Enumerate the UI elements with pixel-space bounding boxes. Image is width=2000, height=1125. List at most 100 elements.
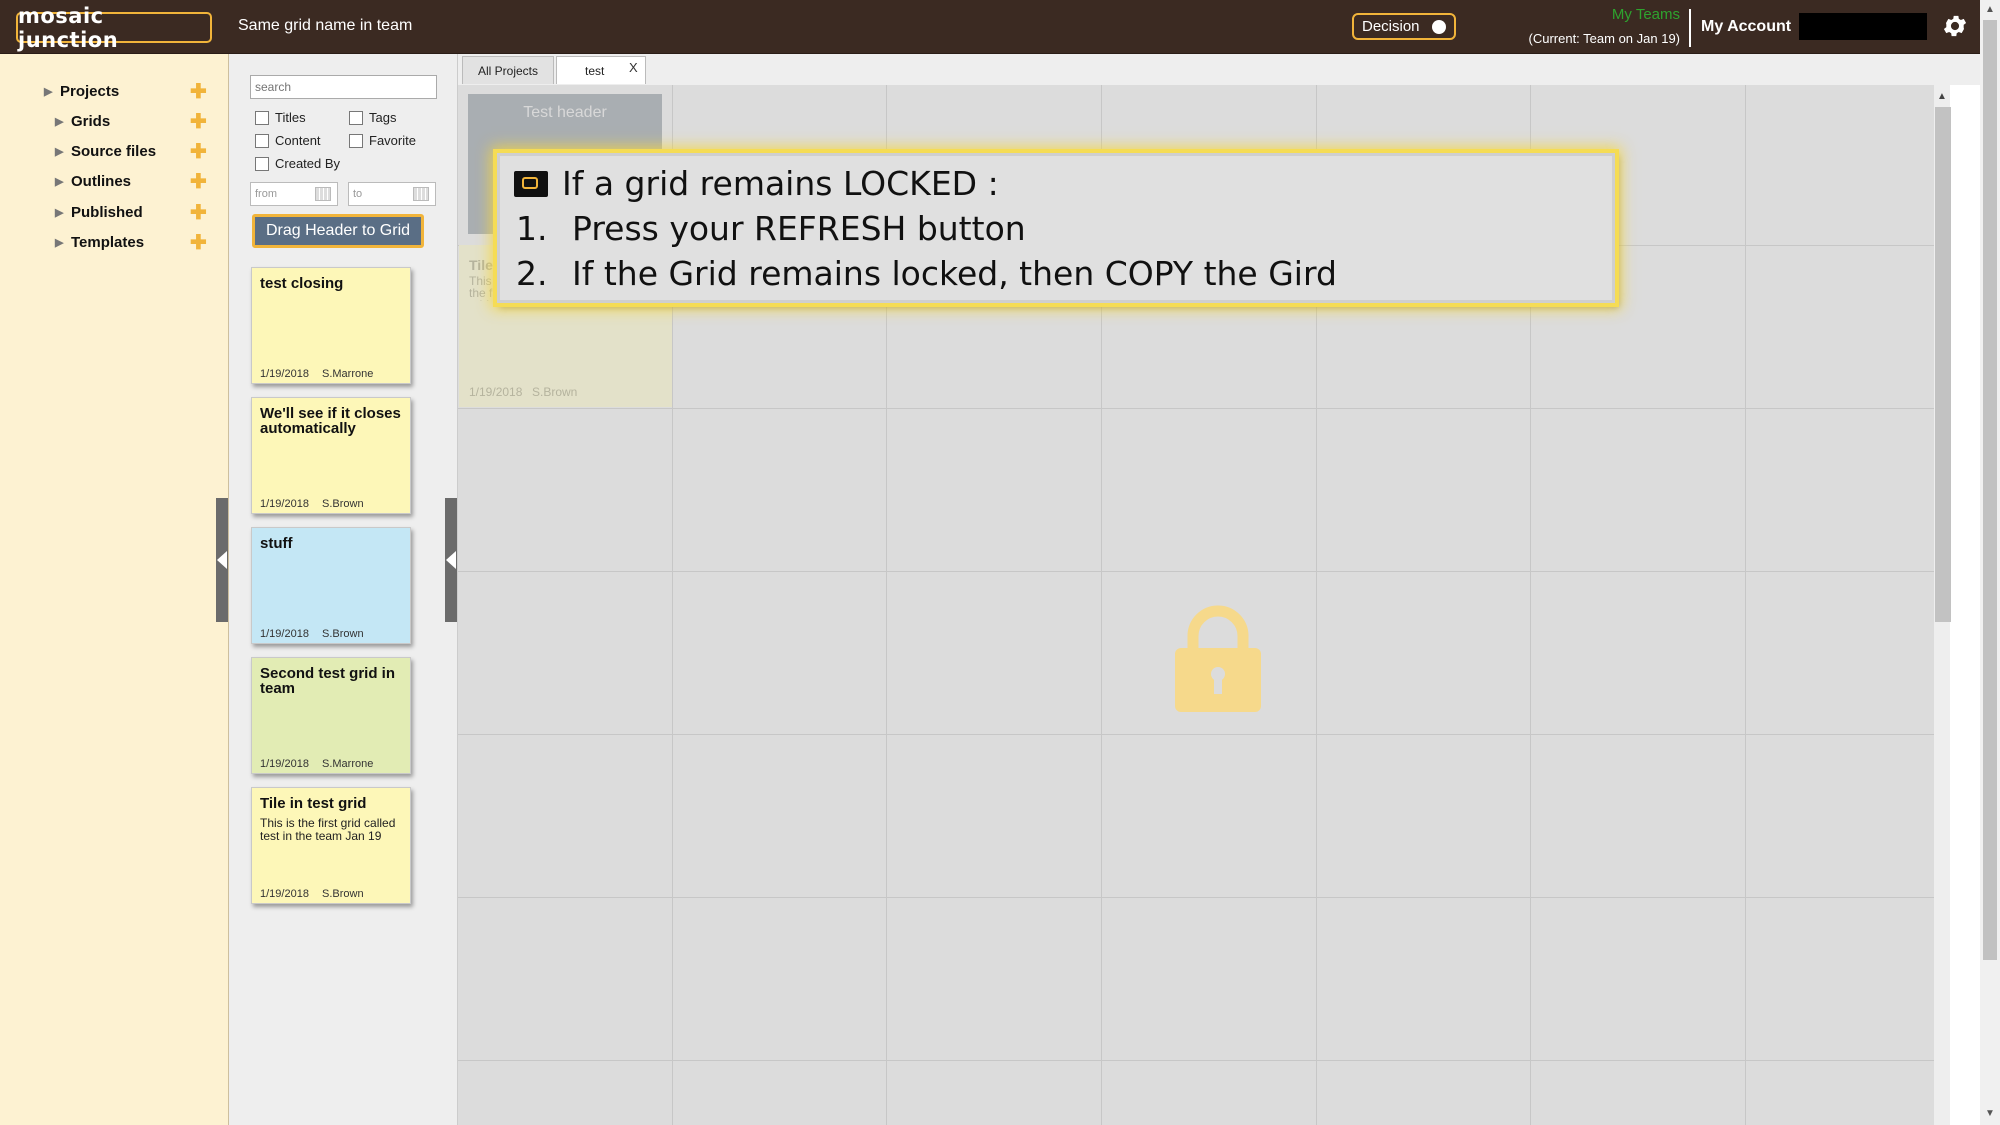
account-name-box[interactable]: [1799, 13, 1927, 40]
tile-title: We'll see if it closes automatically: [260, 405, 401, 437]
to-placeholder: to: [353, 188, 363, 200]
add-template-icon[interactable]: ✚: [190, 233, 207, 253]
tile-title: test closing: [260, 275, 344, 292]
grid-line: [458, 1060, 1934, 1061]
expand-arrow-icon: ▶: [55, 115, 64, 128]
tile-title: Second test grid in team: [260, 665, 396, 697]
add-project-icon[interactable]: ✚: [190, 82, 207, 102]
checkbox-box[interactable]: [255, 134, 269, 148]
collapse-nav-handle[interactable]: [216, 498, 228, 622]
tile-date: 1/19/2018: [260, 758, 309, 770]
nav-label: Published: [71, 203, 143, 221]
my-account-link[interactable]: My Account: [1701, 18, 1791, 36]
lock-icon: [1175, 605, 1261, 712]
alert-step: 1. Press your REFRESH button: [516, 209, 1026, 248]
grid-scrollbar[interactable]: ▲: [1934, 85, 1951, 1125]
step-text: If the Grid remains locked, then COPY th…: [572, 254, 1337, 293]
nav-item-source-files[interactable]: ▶ Source files: [55, 139, 156, 163]
search-input[interactable]: [250, 75, 437, 99]
header-divider: [1689, 9, 1691, 47]
expand-arrow-icon: ▶: [55, 236, 64, 249]
step-text: Press your REFRESH button: [572, 209, 1026, 248]
expand-arrow-icon: ▶: [55, 175, 64, 188]
add-source-file-icon[interactable]: ✚: [190, 142, 207, 162]
checkbox-label: Tags: [369, 110, 397, 125]
tile-card[interactable]: Tile in test grid This is the first grid…: [251, 787, 411, 904]
checkbox-label: Content: [275, 133, 321, 148]
checkbox-box[interactable]: [255, 157, 269, 171]
cell-tile-author: S.Brown: [532, 385, 578, 399]
grid-line: [458, 897, 1934, 898]
checkbox-label: Favorite: [369, 133, 416, 148]
scroll-down-icon[interactable]: ▼: [1985, 1108, 1995, 1119]
refresh-icon: [514, 171, 548, 197]
add-grid-icon[interactable]: ✚: [190, 112, 207, 132]
tile-author: S.Marrone: [322, 368, 374, 380]
scroll-up-icon[interactable]: ▲: [1985, 4, 1995, 15]
collapse-tile-panel-handle[interactable]: [445, 498, 457, 622]
alert-step: 2. If the Grid remains locked, then COPY …: [516, 254, 1337, 293]
decision-toggle[interactable]: Decision: [1352, 13, 1456, 40]
tags-checkbox[interactable]: Tags: [349, 110, 396, 125]
expand-arrow-icon: ▶: [55, 206, 64, 219]
cell-tile-date: 1/19/2018: [469, 385, 523, 399]
favorite-checkbox[interactable]: Favorite: [349, 133, 416, 148]
tile-card[interactable]: Second test grid in team 1/19/2018 S.Mar…: [251, 657, 411, 774]
tab-all-projects[interactable]: All Projects: [462, 56, 554, 84]
from-placeholder: from: [255, 188, 277, 200]
scroll-thumb[interactable]: [1983, 20, 1997, 960]
alert-title: If a grid remains LOCKED :: [562, 164, 999, 203]
nav-label: Templates: [71, 233, 145, 251]
app-page: MOSAIC JUNCTION Same grid name in team D…: [0, 0, 1980, 1125]
expand-arrow-icon: ▶: [55, 145, 64, 158]
page-scrollbar[interactable]: ▲ ▼: [1980, 0, 2000, 1125]
created-by-checkbox[interactable]: Created By: [255, 156, 340, 171]
scroll-up-icon[interactable]: ▲: [1937, 91, 1947, 102]
tile-date: 1/19/2018: [260, 628, 309, 640]
locked-grid-alert: If a grid remains LOCKED : 1. Press your …: [497, 153, 1615, 303]
tile-author: S.Marrone: [322, 758, 374, 770]
collapse-arrow-icon: [217, 551, 227, 569]
app-logo[interactable]: MOSAIC JUNCTION: [16, 4, 212, 52]
tile-author: S.Brown: [322, 628, 364, 640]
tile-card[interactable]: stuff 1/19/2018 S.Brown: [251, 527, 411, 644]
expand-arrow-icon: ▶: [44, 85, 53, 98]
tile-body: This is the first grid called test in th…: [260, 816, 396, 843]
tile-date: 1/19/2018: [260, 368, 309, 380]
tile-title: Tile in test grid: [260, 795, 367, 812]
scroll-thumb[interactable]: [1935, 107, 1951, 622]
close-tab-icon[interactable]: X: [629, 60, 638, 75]
nav-item-templates[interactable]: ▶ Templates: [55, 230, 144, 254]
checkbox-box[interactable]: [349, 134, 363, 148]
tab-label: test: [585, 63, 605, 78]
grid-line: [458, 571, 1934, 572]
grid-name: Same grid name in team: [238, 17, 413, 34]
from-date-field[interactable]: from: [250, 182, 338, 206]
tile-card[interactable]: test closing 1/19/2018 S.Marrone: [251, 267, 411, 384]
gear-icon[interactable]: [1941, 12, 1969, 40]
nav-item-grids[interactable]: ▶ Grids: [55, 109, 110, 133]
checkbox-box[interactable]: [349, 111, 363, 125]
cell-tile-title: Tile: [469, 257, 493, 273]
checkbox-label: Titles: [275, 110, 306, 125]
nav-item-projects[interactable]: ▶ Projects: [44, 79, 119, 103]
checkbox-box[interactable]: [255, 111, 269, 125]
add-outline-icon[interactable]: ✚: [190, 172, 207, 192]
titles-checkbox[interactable]: Titles: [255, 110, 306, 125]
drag-header-to-grid-button[interactable]: Drag Header to Grid: [252, 214, 424, 248]
calendar-icon[interactable]: [315, 187, 331, 201]
content-checkbox[interactable]: Content: [255, 133, 321, 148]
calendar-icon[interactable]: [413, 187, 429, 201]
to-date-field[interactable]: to: [348, 182, 436, 206]
nav-item-outlines[interactable]: ▶ Outlines: [55, 169, 131, 193]
nav-item-published[interactable]: ▶ Published: [55, 200, 143, 224]
tile-card[interactable]: We'll see if it closes automatically 1/1…: [251, 397, 411, 514]
nav-label: Projects: [60, 82, 120, 100]
header-tile-label: Test header: [523, 104, 607, 121]
add-published-icon[interactable]: ✚: [190, 203, 207, 223]
tile-date: 1/19/2018: [260, 888, 309, 900]
collapse-arrow-icon: [446, 551, 456, 569]
tile-author: S.Brown: [322, 498, 364, 510]
my-teams-link[interactable]: My Teams: [1515, 6, 1680, 23]
tile-date: 1/19/2018: [260, 498, 309, 510]
